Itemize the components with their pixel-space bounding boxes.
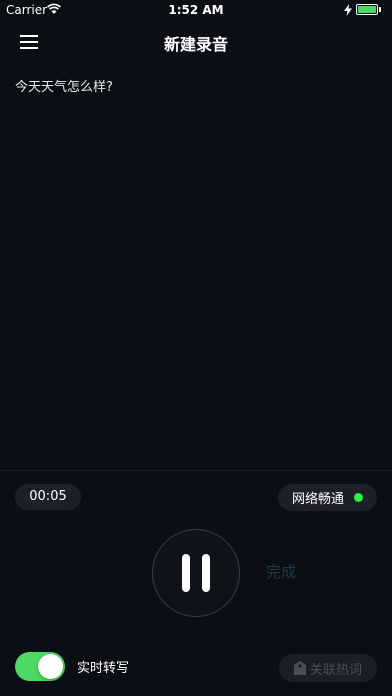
- pause-icon-right-bar: [202, 554, 210, 592]
- transcript-area: 今天天气怎么样?: [0, 64, 392, 470]
- done-button[interactable]: 完成: [266, 561, 296, 582]
- toggle-knob: [38, 654, 63, 679]
- status-bar: Carrier 1:52 AM: [0, 0, 392, 20]
- recording-timer: 00:05: [15, 484, 81, 510]
- pause-icon-left-bar: [182, 554, 190, 592]
- transcript-text: 今天天气怎么样?: [15, 80, 113, 95]
- page-title: 新建录音: [163, 35, 228, 54]
- tag-icon: [293, 661, 306, 675]
- charging-icon: [344, 4, 352, 16]
- network-status-dot-icon: [354, 493, 363, 502]
- realtime-transcription-toggle[interactable]: [15, 652, 65, 681]
- battery-icon: [356, 4, 378, 15]
- nav-bar: 新建录音: [0, 20, 392, 64]
- network-status-label: 网络畅通: [291, 492, 344, 507]
- network-status-badge: 网络畅通: [278, 484, 377, 511]
- realtime-transcription-label: 实时转写: [77, 661, 130, 676]
- menu-button[interactable]: [12, 25, 46, 59]
- pause-button[interactable]: [152, 529, 240, 617]
- hamburger-menu-icon: [20, 35, 38, 49]
- related-hotwords-label: 关联热词: [309, 662, 362, 678]
- battery-tip: [379, 7, 381, 12]
- status-time: 1:52 AM: [168, 3, 224, 17]
- related-hotwords-button[interactable]: 关联热词: [279, 654, 377, 682]
- divider: [0, 470, 392, 471]
